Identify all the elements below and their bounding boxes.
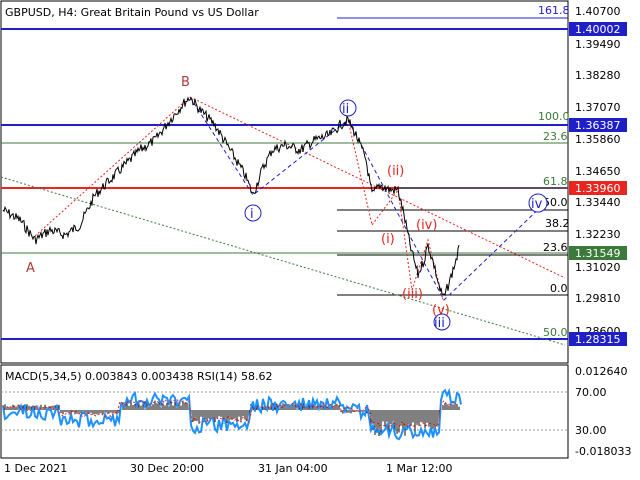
fib-label: 61.8 xyxy=(543,175,568,188)
time-axis: 1 Dec 2021 30 Dec 20:00 31 Jan 04:00 1 M… xyxy=(4,462,452,475)
indicator-tick: 0.012640 xyxy=(575,365,628,378)
price-highlight-label: 1.31549 xyxy=(575,247,621,260)
fib-label: 0.0 xyxy=(550,282,568,295)
indicator-tick: 30.00 xyxy=(575,424,607,437)
fib-label: 23.6 xyxy=(543,241,568,254)
wave-label-(iii): (iii) xyxy=(402,287,423,302)
wave-label-(i): (i) xyxy=(381,232,395,247)
price-highlight-label: 1.28315 xyxy=(575,333,621,346)
time-tick: 1 Mar 12:00 xyxy=(386,462,452,475)
price-highlight-4: 1.31549 xyxy=(569,246,627,260)
wave-label-A: A xyxy=(26,261,35,276)
price-tick: 1.39490 xyxy=(575,38,621,51)
price-highlight-3: 1.33960 xyxy=(569,181,627,195)
price-axis: 1.40700 1.39490 1.38280 1.37070 1.35860 … xyxy=(575,5,621,338)
price-highlight-label: 1.40002 xyxy=(575,23,621,36)
price-chart[interactable]: GBPUSD, H4: Great Britain Pound vs US Do… xyxy=(0,0,640,480)
price-highlight-5: 1.28315 xyxy=(569,332,627,346)
price-tick: 1.35860 xyxy=(575,133,621,146)
indicator-tick: 70.00 xyxy=(575,386,607,399)
wave-label-i: i xyxy=(250,207,254,222)
indicator-tick: -0.018033 xyxy=(575,445,631,458)
main-pane xyxy=(0,0,569,364)
price-highlight-label: 1.33960 xyxy=(575,182,621,195)
price-tick: 1.34650 xyxy=(575,165,621,178)
wave-label-iv: iv xyxy=(531,197,543,212)
wave-label-(ii): (ii) xyxy=(387,164,404,179)
wave-label-(iv): (iv) xyxy=(416,218,437,233)
price-highlight-label: 1.36387 xyxy=(575,119,621,132)
price-highlight-1: 1.40002 xyxy=(569,22,627,36)
chart-title: GBPUSD, H4: Great Britain Pound vs US Do… xyxy=(5,6,259,19)
wave-label-B: B xyxy=(181,75,190,90)
indicator-title: MACD(5,34,5) 0.003843 0.003438 RSI(14) 5… xyxy=(5,370,272,383)
fib-label: 100.0 xyxy=(538,110,570,123)
fib-label: 50.0 xyxy=(543,326,568,339)
price-tick: 1.29810 xyxy=(575,292,621,305)
time-tick: 30 Dec 20:00 xyxy=(130,462,204,475)
indicator-axis: 0.012640 70.00 30.00 -0.018033 xyxy=(575,365,631,458)
price-tick: 1.38280 xyxy=(575,69,621,82)
price-highlight-2: 1.36387 xyxy=(569,118,627,132)
wave-label-ii: ii xyxy=(342,102,349,117)
time-tick: 1 Dec 2021 xyxy=(4,462,67,475)
price-tick: 1.40700 xyxy=(575,5,621,18)
price-tick: 1.32230 xyxy=(575,228,621,241)
fib-label: 38.2 xyxy=(545,217,570,230)
fib-label: 161.8 xyxy=(538,4,570,17)
price-tick: 1.31020 xyxy=(575,261,621,274)
price-tick: 1.37070 xyxy=(575,101,621,114)
wave-label-iii: iii xyxy=(434,316,445,331)
price-tick: 1.33440 xyxy=(575,196,621,209)
time-tick: 31 Jan 04:00 xyxy=(258,462,328,475)
fib-label: 23.6 xyxy=(543,130,568,143)
